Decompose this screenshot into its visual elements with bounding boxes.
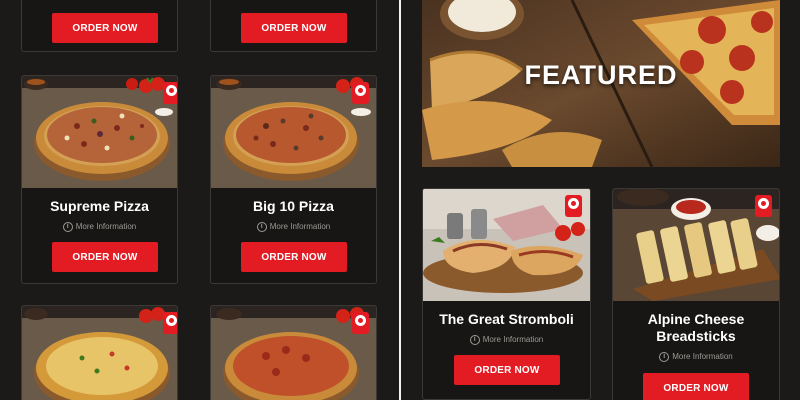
featured-card-breadsticks[interactable]: Alpine Cheese Breadsticks i More Informat… <box>612 188 780 400</box>
order-now-button[interactable]: ORDER NOW <box>454 355 560 385</box>
menu-pane: ORDER NOW ORDER NOW Supreme Pizza i More… <box>0 0 399 400</box>
info-icon: i <box>62 222 73 232</box>
more-information-label: More Information <box>269 222 331 232</box>
brand-badge-icon <box>755 195 772 217</box>
brand-badge-icon <box>163 312 177 334</box>
featured-heading: FEATURED <box>524 60 678 90</box>
big-10-pizza-image <box>211 76 376 188</box>
more-information-link[interactable]: i More Information <box>22 222 177 232</box>
order-now-button[interactable]: ORDER NOW <box>241 13 347 43</box>
more-information-link[interactable]: i More Information <box>423 335 590 345</box>
info-icon: i <box>659 352 670 362</box>
pizza-image <box>22 306 177 400</box>
order-now-button[interactable]: ORDER NOW <box>52 13 158 43</box>
item-title: Big 10 Pizza <box>253 198 334 214</box>
more-information-link[interactable]: i More Information <box>613 352 779 362</box>
brand-badge-icon <box>565 195 582 217</box>
featured-banner: FEATURED <box>422 0 780 167</box>
info-icon: i <box>256 222 267 232</box>
pizza-photo <box>22 306 177 400</box>
menu-card[interactable] <box>210 305 377 400</box>
brand-badge-icon <box>352 312 369 334</box>
menu-card[interactable] <box>21 305 178 400</box>
pizza-image <box>211 306 376 400</box>
order-now-button[interactable]: ORDER NOW <box>52 242 158 272</box>
stromboli-image <box>423 189 590 301</box>
pizza-photo <box>22 76 177 188</box>
breadsticks-image <box>613 189 779 301</box>
order-now-button[interactable]: ORDER NOW <box>643 373 749 400</box>
more-information-label: More Information <box>672 352 733 362</box>
more-information-label: More Information <box>482 335 544 345</box>
info-icon: i <box>469 335 480 345</box>
brand-badge-icon <box>163 82 177 104</box>
featured-pane: FEATURED The Great Stromboli i More Info… <box>401 0 800 400</box>
featured-card-stromboli[interactable]: The Great Stromboli i More Information OR… <box>422 188 591 400</box>
item-title: Alpine Cheese Breadsticks <box>647 311 745 344</box>
item-title: Supreme Pizza <box>50 198 149 214</box>
menu-card-supreme-pizza[interactable]: Supreme Pizza i More Information ORDER NO… <box>21 75 178 284</box>
menu-card: ORDER NOW <box>210 0 377 52</box>
menu-card-big-10-pizza[interactable]: Big 10 Pizza i More Information ORDER NOW <box>210 75 377 284</box>
supreme-pizza-image <box>22 76 177 188</box>
more-information-label: More Information <box>75 222 137 232</box>
brand-badge-icon <box>352 82 369 104</box>
menu-card: ORDER NOW <box>21 0 178 52</box>
more-information-link[interactable]: i More Information <box>211 222 376 232</box>
order-now-button[interactable]: ORDER NOW <box>241 242 347 272</box>
item-title: The Great Stromboli <box>439 311 574 327</box>
